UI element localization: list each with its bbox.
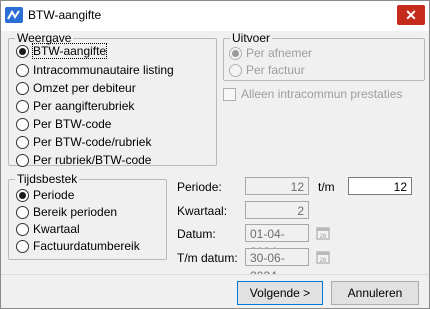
next-button[interactable]: Volgende > xyxy=(237,281,323,305)
close-icon: ✕ xyxy=(405,7,417,23)
calendar-day: 26 xyxy=(320,234,327,240)
radio-per-factuur[interactable]: Per factuur xyxy=(229,62,305,78)
radio-indicator[interactable] xyxy=(16,135,29,149)
radio-indicator[interactable] xyxy=(229,63,242,77)
radio-label: Per factuur xyxy=(246,63,305,77)
uitvoer-legend: Uitvoer xyxy=(232,31,271,45)
radio-indicator[interactable] xyxy=(16,222,29,236)
cancel-button[interactable]: Annuleren xyxy=(331,281,419,305)
dialog-window: BTW-aangifte ✕ Weergave BTW-aangifte Int… xyxy=(0,0,430,309)
checkbox-label: Alleen intracommun prestaties xyxy=(241,87,403,101)
title-bar[interactable]: BTW-aangifte ✕ xyxy=(1,1,429,31)
radio-per-btw-code-rubriek[interactable]: Per BTW-code/rubriek xyxy=(16,134,151,150)
radio-indicator[interactable] xyxy=(16,44,29,58)
radio-label: Kwartaal xyxy=(33,222,80,236)
radio-label: Per BTW-code/rubriek xyxy=(33,135,152,149)
checkbox-indicator[interactable] xyxy=(223,87,236,101)
radio-omzet-per-debiteur[interactable]: Omzet per debiteur xyxy=(16,80,136,96)
radio-label: Intracommunautaire listing xyxy=(33,63,174,77)
datum-label: Datum: xyxy=(177,227,216,241)
radio-btw-aangifte[interactable]: BTW-aangifte xyxy=(16,43,108,59)
radio-kwartaal[interactable]: Kwartaal xyxy=(16,221,80,237)
calendar-icon[interactable]: 26 xyxy=(316,250,330,264)
datum-input[interactable]: 01-04-2024 xyxy=(245,224,309,259)
radio-bereik-perioden[interactable]: Bereik perioden xyxy=(16,204,117,220)
radio-label: Bereik perioden xyxy=(33,205,118,219)
radio-indicator[interactable] xyxy=(16,153,29,167)
checkbox-alleen-intracommun[interactable]: Alleen intracommun prestaties xyxy=(223,86,402,102)
app-logo-icon xyxy=(5,7,23,23)
periode-label: Periode: xyxy=(177,180,222,194)
tm-datum-label: T/m datum: xyxy=(177,251,238,265)
radio-label: Factuurdatumbereik xyxy=(33,239,140,253)
radio-indicator[interactable] xyxy=(229,46,242,60)
kwartaal-input[interactable]: 2 xyxy=(245,201,309,219)
tm-datum-input[interactable]: 30-06-2024 xyxy=(245,248,309,283)
tm-input[interactable]: 12 xyxy=(348,177,412,195)
radio-intracommunautaire-listing[interactable]: Intracommunautaire listing xyxy=(16,62,174,78)
radio-indicator[interactable] xyxy=(16,63,29,77)
periode-input[interactable]: 12 xyxy=(245,177,309,195)
radio-per-afnemer[interactable]: Per afnemer xyxy=(229,45,312,61)
radio-label: Per BTW-code xyxy=(33,117,112,131)
radio-indicator[interactable] xyxy=(16,239,29,253)
radio-per-rubriek-btw-code[interactable]: Per rubriek/BTW-code xyxy=(16,152,151,168)
close-button[interactable]: ✕ xyxy=(397,5,425,25)
radio-indicator[interactable] xyxy=(16,188,29,202)
radio-factuurdatumbereik[interactable]: Factuurdatumbereik xyxy=(16,238,140,254)
radio-label: Periode xyxy=(33,188,75,202)
radio-label: Per rubriek/BTW-code xyxy=(33,153,152,167)
tijdsbestek-legend: Tijdsbestek xyxy=(17,172,78,186)
radio-indicator[interactable] xyxy=(16,117,29,131)
radio-periode[interactable]: Periode xyxy=(16,187,74,203)
radio-per-btw-code[interactable]: Per BTW-code xyxy=(16,116,111,132)
radio-indicator[interactable] xyxy=(16,81,29,95)
window-title: BTW-aangifte xyxy=(28,8,102,22)
calendar-day: 26 xyxy=(320,258,327,264)
tm-label: t/m xyxy=(318,180,335,194)
kwartaal-label: Kwartaal: xyxy=(177,204,228,218)
radio-label: Per aangifterubriek xyxy=(33,99,135,113)
calendar-icon[interactable]: 26 xyxy=(316,226,330,240)
radio-label: Per afnemer xyxy=(246,46,313,60)
radio-per-aangifterubriek[interactable]: Per aangifterubriek xyxy=(16,98,134,114)
radio-indicator[interactable] xyxy=(16,99,29,113)
radio-label: Omzet per debiteur xyxy=(33,81,136,95)
radio-indicator[interactable] xyxy=(16,205,29,219)
radio-label: BTW-aangifte xyxy=(31,43,108,59)
